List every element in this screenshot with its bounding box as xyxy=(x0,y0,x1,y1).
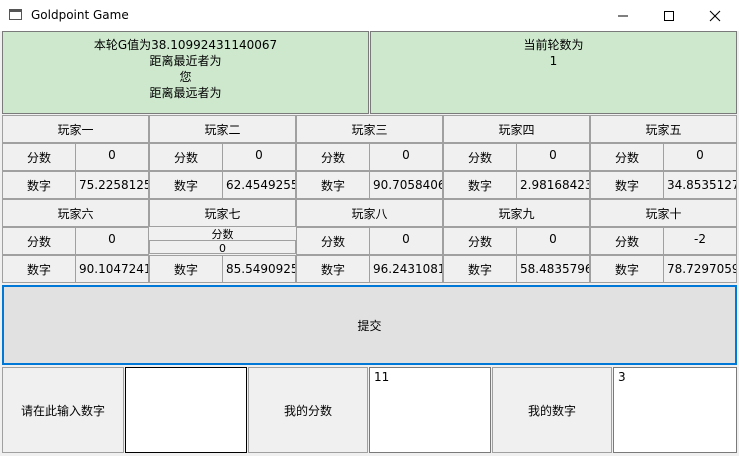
player-score: 0 xyxy=(516,143,590,171)
round-result-panel: 本轮G值为38.10992431140067 距离最近者为 您 距离最远者为 xyxy=(2,31,369,114)
player-number: 2.98168423 xyxy=(516,171,590,199)
player-name: 玩家七 xyxy=(149,199,296,227)
player-name: 玩家三 xyxy=(296,115,443,143)
player-number: 34.8535127 xyxy=(663,171,737,199)
g-value-text: 本轮G值为38.10992431140067 xyxy=(93,38,278,52)
minimize-button[interactable] xyxy=(600,0,646,31)
player-name: 玩家四 xyxy=(443,115,590,143)
round-number: 1 xyxy=(549,54,558,68)
score-label: 分数 xyxy=(443,143,517,171)
player-name: 玩家六 xyxy=(2,199,149,227)
player-number: 78.7297059 xyxy=(663,255,737,283)
my-score-label: 我的分数 xyxy=(248,367,368,453)
submit-label: 提交 xyxy=(357,318,382,333)
my-score-field[interactable]: 11 xyxy=(369,367,491,453)
number-label: 数字 xyxy=(2,255,76,283)
player-number: 85.5490925 xyxy=(222,255,296,283)
player-number: 90.7058406 xyxy=(369,171,443,199)
number-label: 数字 xyxy=(149,255,223,283)
player-name: 玩家十 xyxy=(590,199,737,227)
score-label: 分数 xyxy=(590,143,664,171)
score-label: 分数 xyxy=(296,143,370,171)
close-button[interactable] xyxy=(692,0,738,31)
player-score: 0 xyxy=(663,143,737,171)
player-name: 玩家二 xyxy=(149,115,296,143)
my-number-label: 我的数字 xyxy=(492,367,612,453)
score-label: 分数 xyxy=(149,143,223,171)
player-number: 96.2431081 xyxy=(369,255,443,283)
app-window-icon xyxy=(9,9,22,20)
player-score: 0 xyxy=(369,227,443,255)
player-number: 90.1047241 xyxy=(75,255,149,283)
player-number: 75.2258125 xyxy=(75,171,149,199)
player-number: 58.4835796 xyxy=(516,255,590,283)
closest-label: 距离最近者为 xyxy=(149,54,222,68)
score-label: 分数 xyxy=(2,227,76,255)
number-label: 数字 xyxy=(296,255,370,283)
title-bar: Goldpoint Game xyxy=(0,0,739,31)
number-label: 数字 xyxy=(443,255,517,283)
number-label: 数字 xyxy=(149,171,223,199)
round-label: 当前轮数为 xyxy=(523,38,584,52)
player-score: 0 xyxy=(75,227,149,255)
player-score: 0 xyxy=(516,227,590,255)
number-label: 数字 xyxy=(590,255,664,283)
my-number-field[interactable]: 3 xyxy=(613,367,737,453)
score-label: 分数 xyxy=(2,143,76,171)
number-label: 数字 xyxy=(2,171,76,199)
player-number: 62.4549255 xyxy=(222,171,296,199)
player-score: 0 xyxy=(75,143,149,171)
player-name: 玩家一 xyxy=(2,115,149,143)
number-label: 数字 xyxy=(443,171,517,199)
close-icon xyxy=(709,10,721,22)
number-label: 数字 xyxy=(590,171,664,199)
number-input[interactable] xyxy=(125,367,247,453)
player-score: 0 xyxy=(222,143,296,171)
player-score: -2 xyxy=(663,227,737,255)
maximize-icon xyxy=(664,11,674,21)
window-title: Goldpoint Game xyxy=(31,8,129,22)
player-name: 玩家五 xyxy=(590,115,737,143)
farthest-label: 距离最远者为 xyxy=(149,86,222,100)
maximize-button[interactable] xyxy=(646,0,692,31)
score-label: 分数 xyxy=(296,227,370,255)
player-name: 玩家九 xyxy=(443,199,590,227)
round-panel: 当前轮数为 1 xyxy=(370,31,737,114)
input-prompt-label: 请在此输入数字 xyxy=(2,367,124,453)
player-name: 玩家八 xyxy=(296,199,443,227)
score-label: 分数 xyxy=(149,227,296,241)
number-label: 数字 xyxy=(296,171,370,199)
score-label: 分数 xyxy=(443,227,517,255)
score-label: 分数 xyxy=(590,227,664,255)
player-score: 0 xyxy=(369,143,443,171)
player-score: 0 xyxy=(149,240,296,254)
submit-button[interactable]: 提交 xyxy=(2,285,737,365)
closest-player: 您 xyxy=(179,70,192,84)
minimize-icon xyxy=(618,15,628,17)
